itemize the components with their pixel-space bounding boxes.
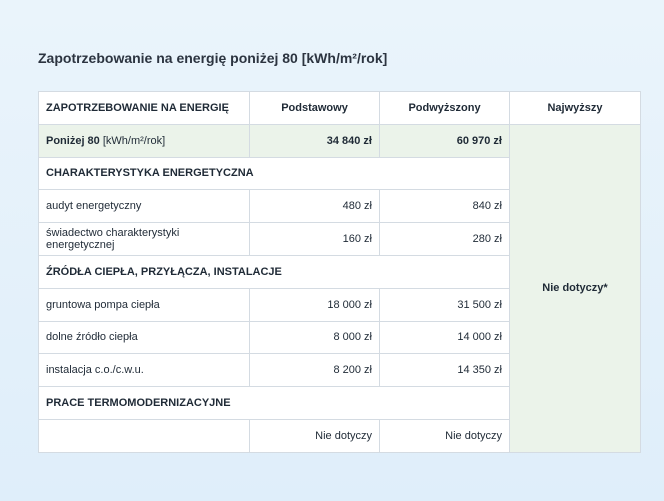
row-podstawowy-termo: Nie dotyczy [249, 418, 380, 453]
highlight-row: Poniżej 80 [kWh/m²/rok] 34 840 zł 60 970… [38, 123, 641, 453]
section-title-zrodla: ŹRÓDŁA CIEPŁA, PRZYŁĄCZA, INSTALACJE [38, 254, 510, 289]
row-label-swiadectwo: świadectwo charakterystyki energetycznej [38, 222, 250, 256]
highlight-unit: [kWh/m²/rok] [102, 134, 166, 147]
row-podstawowy-instalacja: 8 200 zł [249, 353, 380, 388]
row-podstawowy-audyt: 480 zł [249, 189, 380, 224]
row-label-instalacja: instalacja c.o./c.w.u. [38, 353, 250, 388]
row-podwyzszony-zrodlo: 14 000 zł [379, 320, 510, 355]
highlight-najwyzszy: Nie dotyczy* [509, 123, 641, 453]
highlight-label: Poniżej 80 [46, 134, 100, 147]
section-title-termomodernizacja: PRACE TERMOMODERNIZACYJNE [38, 386, 510, 420]
page-title: Zapotrzebowanie na energię poniżej 80 [k… [38, 50, 388, 66]
row-podwyzszony-swiadectwo: 280 zł [379, 222, 510, 256]
section-title-charakterystyka: CHARAKTERYSTYKA ENERGETYCZNA [38, 156, 510, 191]
row-podwyzszony-pompa: 31 500 zł [379, 287, 510, 322]
row-label-audyt: audyt energetyczny [38, 189, 250, 224]
row-podwyzszony-instalacja: 14 350 zł [379, 353, 510, 388]
row-podwyzszony-termo: Nie dotyczy [379, 418, 510, 453]
highlight-label-cell: Poniżej 80 [kWh/m²/rok] [38, 123, 250, 158]
header-najwyzszy: Najwyższy [509, 91, 641, 125]
highlight-podstawowy: 34 840 zł [249, 123, 380, 158]
energy-cost-table: ZAPOTRZEBOWANIE NA ENERGIĘ Podstawowy Po… [38, 91, 641, 453]
highlight-podwyzszony: 60 970 zł [379, 123, 510, 158]
table-header-row: ZAPOTRZEBOWANIE NA ENERGIĘ Podstawowy Po… [38, 91, 641, 125]
row-podstawowy-pompa: 18 000 zł [249, 287, 380, 322]
row-label-termo [38, 418, 250, 453]
header-podwyzszony: Podwyższony [379, 91, 510, 125]
header-podstawowy: Podstawowy [249, 91, 380, 125]
row-podwyzszony-audyt: 840 zł [379, 189, 510, 224]
row-label-zrodlo: dolne źródło ciepła [38, 320, 250, 355]
header-energy-demand: ZAPOTRZEBOWANIE NA ENERGIĘ [38, 91, 250, 125]
row-podstawowy-swiadectwo: 160 zł [249, 222, 380, 256]
row-label-pompa: gruntowa pompa ciepła [38, 287, 250, 322]
row-podstawowy-zrodlo: 8 000 zł [249, 320, 380, 355]
